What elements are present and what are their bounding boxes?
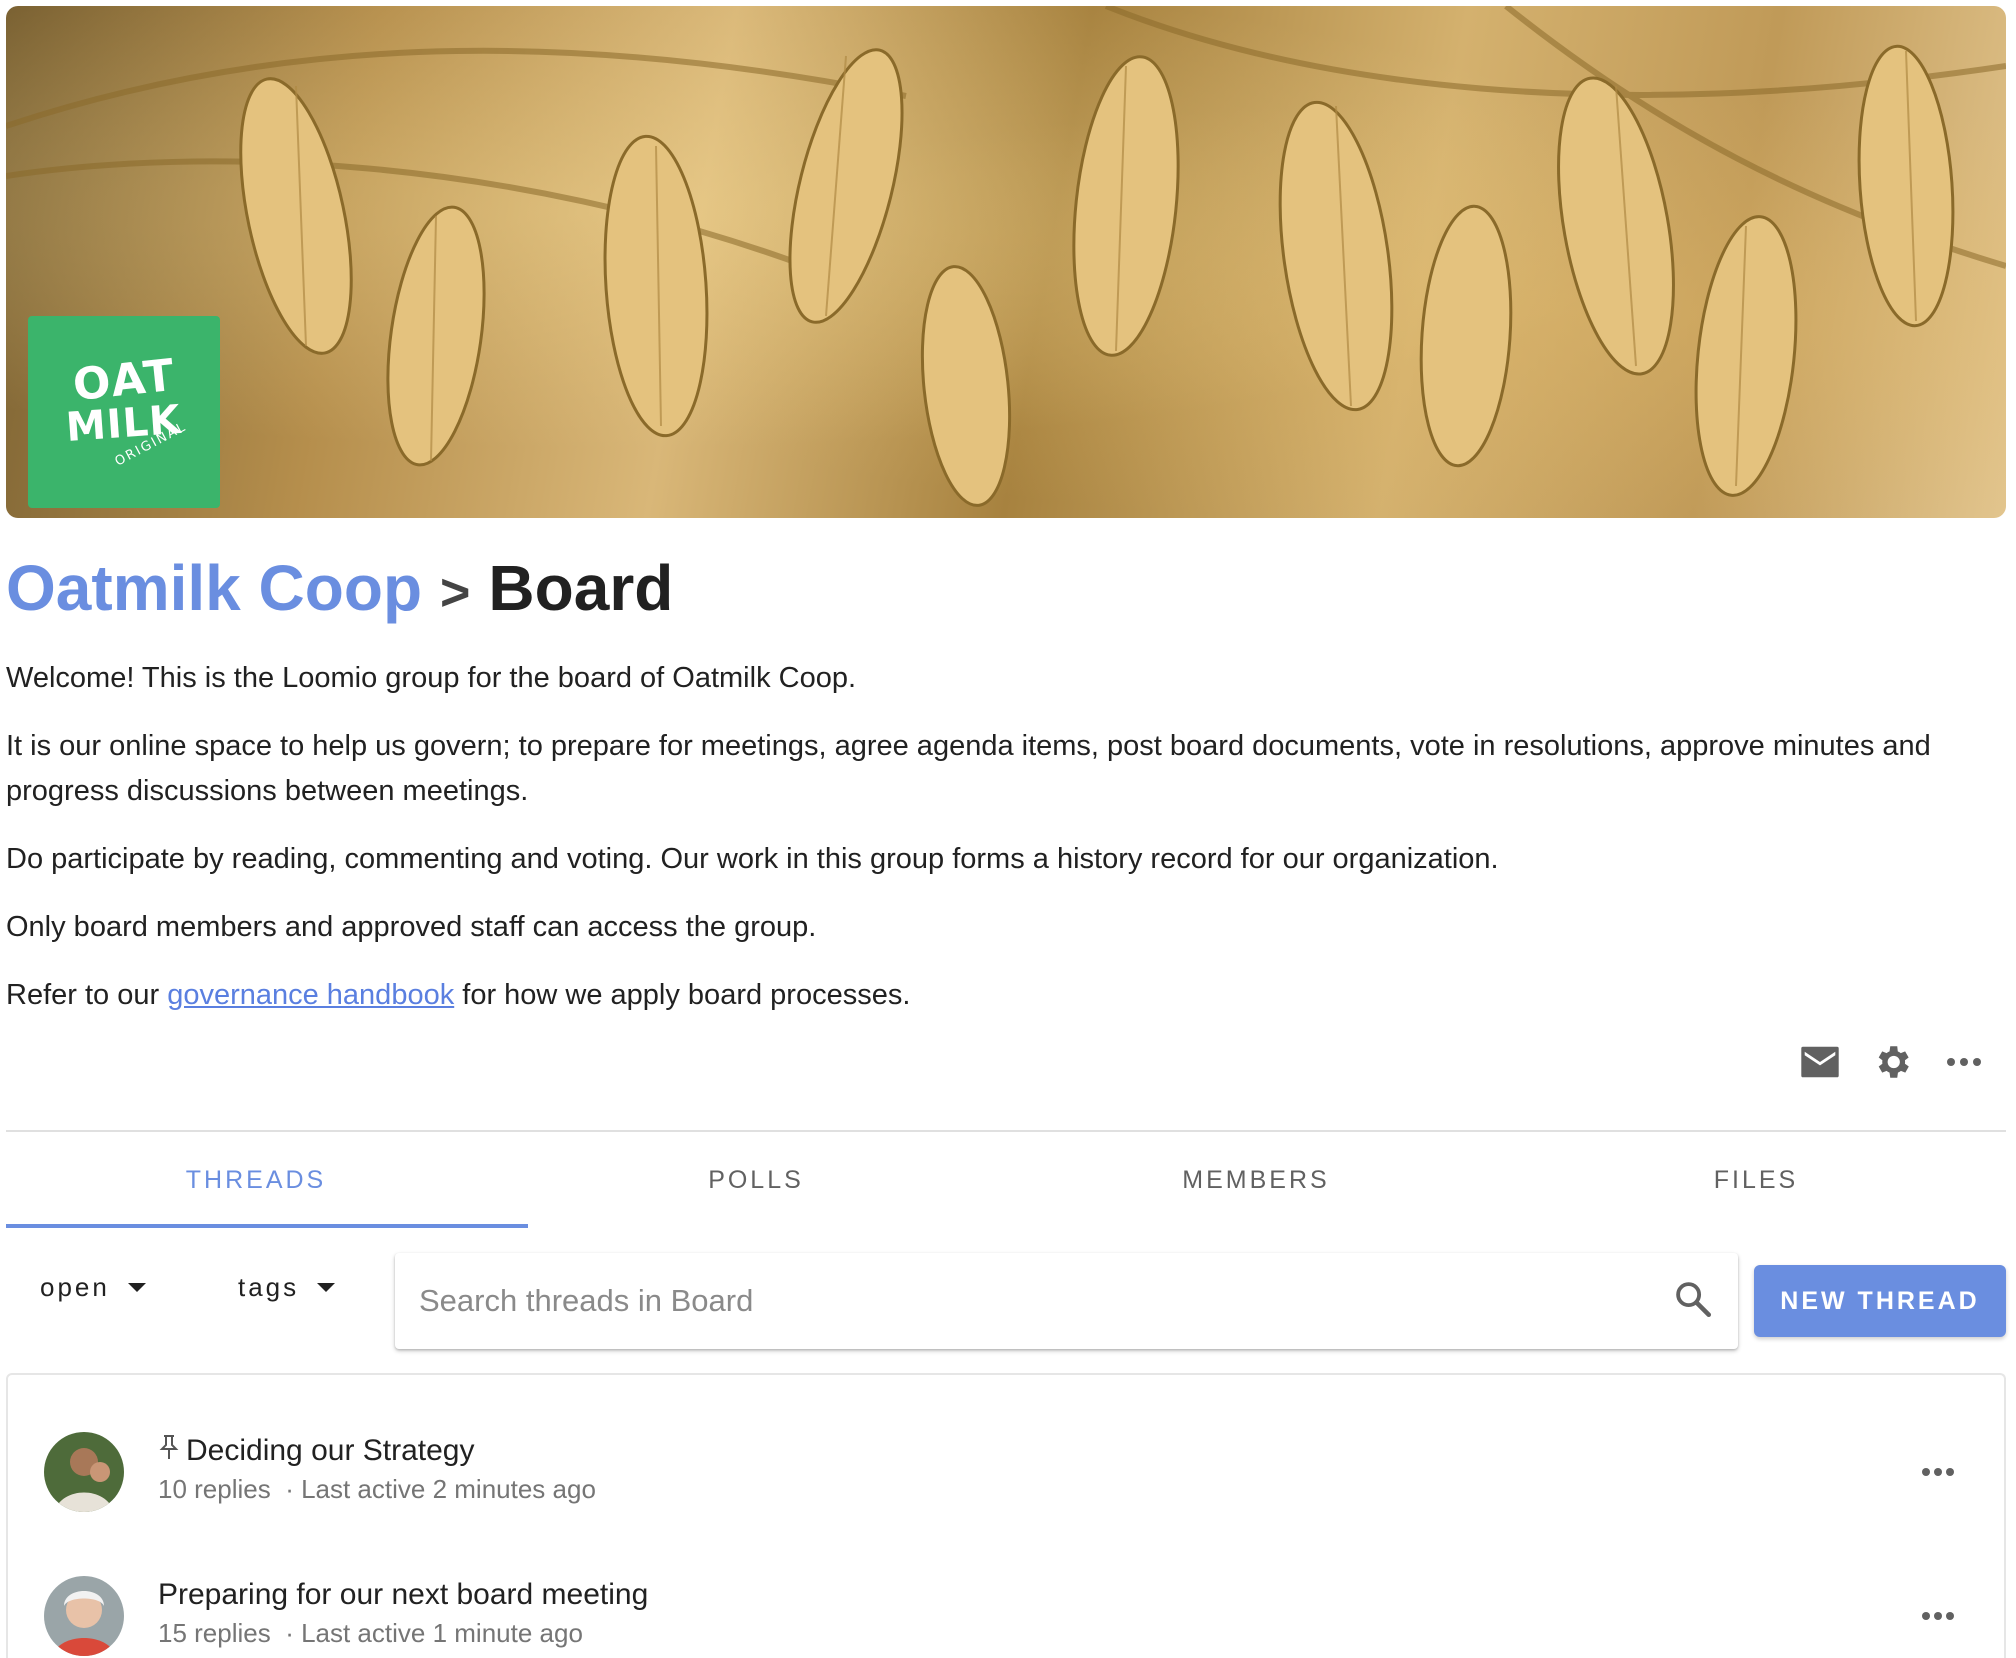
thread-replies: 15 replies <box>158 1618 271 1648</box>
group-name: Board <box>488 552 674 624</box>
group-tabs: THREADS POLLS MEMBERS FILES <box>6 1132 2006 1228</box>
thread-replies: 10 replies <box>158 1474 271 1504</box>
tab-polls[interactable]: POLLS <box>506 1132 1006 1228</box>
thread-item[interactable]: Preparing for our next board meeting 15 … <box>8 1568 2004 1658</box>
thread-title-text: Deciding our Strategy <box>186 1434 475 1467</box>
group-cover-image: OAT MILK ORIGINAL <box>6 6 2006 518</box>
description-paragraph: Only board members and approved staff ca… <box>6 911 817 943</box>
parent-group-link[interactable]: Oatmilk Coop <box>6 552 422 624</box>
mail-icon[interactable] <box>1798 1040 1842 1084</box>
status-filter-label: open <box>40 1272 110 1302</box>
description-paragraph: It is our online space to help us govern… <box>6 730 1931 807</box>
description-text: for how we apply board processes. <box>454 979 911 1011</box>
avatar <box>44 1576 124 1656</box>
group-description: Welcome! This is the Loomio group for th… <box>6 656 2001 1041</box>
search-icon[interactable] <box>1672 1278 1714 1325</box>
thread-item[interactable]: Deciding our Strategy 10 replies · Last … <box>8 1424 2004 1544</box>
governance-handbook-link[interactable]: governance handbook <box>167 979 454 1011</box>
thread-meta: 10 replies · Last active 2 minutes ago <box>158 1474 596 1505</box>
new-thread-button[interactable]: NEW THREAD <box>1754 1265 2006 1337</box>
chevron-down-icon <box>127 1283 146 1292</box>
more-horizontal-icon[interactable] <box>1916 1456 1960 1488</box>
thread-title-text: Preparing for our next board meeting <box>158 1578 649 1611</box>
more-horizontal-icon[interactable] <box>1916 1600 1960 1632</box>
status-filter-dropdown[interactable]: open <box>40 1272 146 1303</box>
pin-icon <box>158 1434 180 1468</box>
thread-list: Deciding our Strategy 10 replies · Last … <box>6 1373 2006 1658</box>
oat-stalks-illustration <box>6 6 2006 507</box>
group-actions <box>1798 1040 1986 1084</box>
tab-members[interactable]: MEMBERS <box>1006 1132 1506 1228</box>
description-paragraph: Do participate by reading, commenting an… <box>6 843 1499 875</box>
tab-files[interactable]: FILES <box>1506 1132 2006 1228</box>
breadcrumb-separator: > <box>440 564 471 622</box>
thread-title: Preparing for our next board meeting <box>158 1578 648 1612</box>
group-logo: OAT MILK ORIGINAL <box>28 316 220 508</box>
more-horizontal-icon[interactable] <box>1942 1040 1986 1084</box>
thread-title: Deciding our Strategy <box>158 1434 475 1468</box>
tab-threads[interactable]: THREADS <box>6 1132 528 1228</box>
chevron-down-icon <box>317 1283 336 1292</box>
search-input[interactable] <box>419 1283 1672 1319</box>
avatar <box>44 1432 124 1512</box>
description-paragraph: Refer to our governance handbook for how… <box>6 973 2001 1018</box>
thread-search <box>395 1253 1738 1349</box>
group-title-breadcrumb: Oatmilk Coop > Board <box>6 548 673 628</box>
description-paragraph: Welcome! This is the Loomio group for th… <box>6 662 857 694</box>
description-text: Refer to our <box>6 979 168 1011</box>
thread-meta: 15 replies · Last active 1 minute ago <box>158 1618 583 1649</box>
thread-last-active: · Last active 1 minute ago <box>285 1618 583 1648</box>
tags-filter-dropdown[interactable]: tags <box>238 1272 336 1303</box>
gear-icon[interactable] <box>1870 1040 1914 1084</box>
tags-filter-label: tags <box>238 1272 300 1302</box>
thread-last-active: · Last active 2 minutes ago <box>285 1474 596 1504</box>
